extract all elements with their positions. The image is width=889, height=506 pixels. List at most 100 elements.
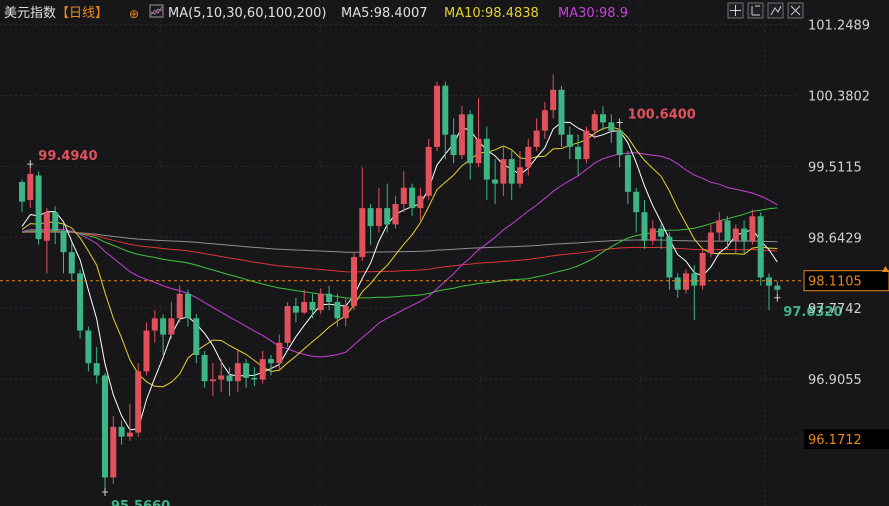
candle-body: [766, 277, 772, 286]
candle-body: [292, 306, 299, 313]
ma10-value: MA10:98.4838: [444, 6, 539, 21]
candle-body: [19, 181, 25, 202]
candle-body: [749, 216, 756, 241]
candle-body: [575, 146, 582, 160]
candle-body: [724, 220, 731, 241]
candle-body: [168, 318, 175, 335]
candle-body: [732, 228, 739, 241]
drawing-icon[interactable]: [767, 2, 784, 19]
candle: [77, 269, 84, 339]
candle-body: [126, 432, 133, 437]
candle-body: [550, 89, 557, 111]
candle-body: [600, 114, 606, 123]
close-icon[interactable]: [787, 2, 804, 19]
dollar-index-chart[interactable]: 98.1105 99.494095.5660100.640097.6320 10…: [0, 0, 889, 506]
y-tick-label: 99.5115: [808, 160, 862, 175]
candle-body: [492, 179, 499, 184]
candle-body: [135, 371, 142, 433]
candle-body: [541, 110, 548, 131]
candle: [35, 171, 42, 245]
candle-body: [176, 293, 183, 319]
candle-body: [566, 134, 573, 147]
candle-body: [334, 301, 341, 319]
candle-body: [475, 138, 482, 164]
candle-body: [641, 212, 648, 241]
candle-body: [757, 216, 764, 278]
candle-body: [209, 379, 216, 382]
candle-body: [633, 191, 640, 213]
candle-body: [624, 155, 631, 192]
candle-body: [85, 330, 92, 364]
candle-body: [608, 122, 615, 131]
candle-body: [533, 130, 540, 147]
candle-body: [60, 230, 67, 253]
candle-body: [193, 318, 200, 356]
candle-body: [218, 375, 225, 380]
annotation-label: 99.4940: [38, 149, 97, 164]
y-tick-label: 101.2489: [808, 19, 870, 34]
candle-body: [359, 208, 366, 258]
candle-body: [35, 175, 42, 240]
candle-body: [77, 273, 84, 331]
candle-body: [143, 330, 150, 372]
candle-body: [691, 273, 698, 286]
candle-body: [450, 134, 457, 156]
candle-body: [268, 359, 274, 364]
candle: [351, 253, 357, 311]
y-tick-label: 97.7742: [808, 302, 862, 317]
candle-body: [384, 208, 391, 225]
candle-body: [118, 426, 125, 437]
candle-body: [27, 173, 34, 200]
candle-body: [110, 426, 117, 478]
candle-body: [500, 159, 507, 184]
candle-body: [508, 159, 515, 184]
candle-body: [442, 85, 449, 135]
candle-body: [276, 342, 283, 364]
candle-body: [226, 375, 233, 382]
candle-body: [741, 228, 748, 241]
candle: [425, 138, 432, 200]
candle: [583, 126, 590, 164]
candle: [102, 372, 108, 489]
candle-body: [251, 377, 258, 380]
period-label[interactable]: 【日线】: [56, 6, 108, 21]
candle-body: [425, 146, 432, 196]
candle-body: [591, 114, 598, 131]
candle-body: [417, 195, 424, 209]
candle-body: [201, 355, 208, 382]
candle-body: [400, 187, 407, 205]
y-tick-label: 96.1712: [808, 433, 862, 448]
candle-body: [317, 293, 324, 311]
candle-body: [707, 232, 714, 253]
candle-body: [151, 318, 158, 331]
candle-body: [102, 375, 108, 478]
candle: [135, 363, 142, 437]
candle-body: [309, 301, 316, 311]
candle-body: [683, 273, 689, 290]
candle-body: [666, 236, 673, 278]
ma5-value: MA5:98.4007: [341, 6, 428, 21]
candle-body: [558, 89, 565, 135]
candle-body: [234, 363, 241, 382]
candle-body: [93, 363, 100, 376]
candle-body: [43, 212, 50, 241]
layout-icon[interactable]: [747, 2, 764, 19]
y-tick-label: 100.3802: [808, 89, 870, 104]
candle-body: [649, 228, 656, 241]
candle-body: [52, 212, 59, 231]
candle-body: [483, 138, 490, 180]
candle-body: [467, 114, 474, 164]
candle-body: [517, 167, 523, 184]
candle-body: [392, 204, 399, 225]
candle-body: [367, 208, 374, 227]
candle: [434, 81, 440, 151]
candle-body: [583, 130, 590, 160]
candle-body: [301, 301, 308, 313]
y-tick-label: 96.9055: [808, 373, 862, 388]
chart-title: 美元指数: [4, 6, 56, 21]
crosshair-icon[interactable]: [727, 2, 744, 19]
target-icon[interactable]: ⊕: [129, 7, 139, 21]
candle-body: [525, 146, 532, 168]
candle-body: [774, 285, 781, 290]
candle-body: [351, 257, 357, 307]
